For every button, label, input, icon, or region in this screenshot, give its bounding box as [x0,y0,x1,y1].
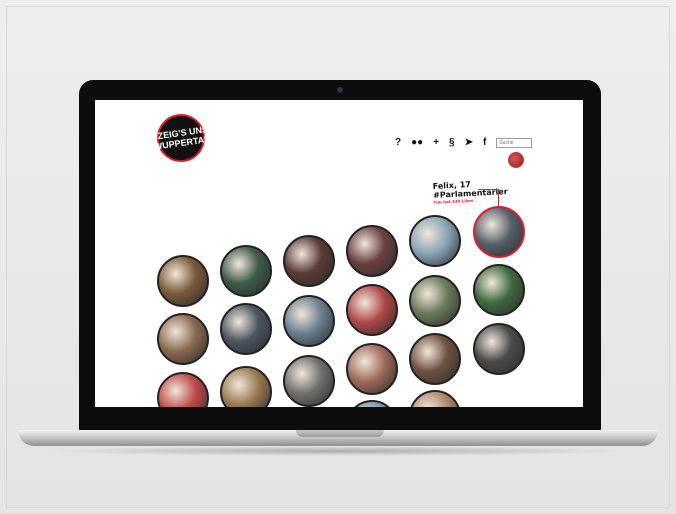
photo-bubble[interactable] [220,245,272,297]
facebook-link[interactable]: f [483,137,486,148]
photo-bubble[interactable] [473,206,525,258]
laptop-notch [296,430,384,437]
site-logo[interactable]: #ZEIG'S UNS WUPPERTAL [152,110,210,166]
photo-bubble[interactable] [346,284,398,336]
photo-bubble[interactable] [346,343,398,395]
photo-bubble[interactable] [409,215,461,267]
photo-bubble[interactable] [409,333,461,385]
laptop-shadow [40,446,636,456]
search-input[interactable] [496,137,533,148]
twitter-icon[interactable]: ➤ [465,137,473,148]
photo-bubble[interactable] [220,366,272,407]
photo-bubble[interactable] [157,372,209,407]
avatar[interactable] [508,152,524,168]
photo-bubble[interactable] [473,323,525,375]
photo-bubble[interactable] [283,235,335,287]
photo-bubble[interactable] [473,264,525,316]
photo-bubble[interactable] [283,295,335,347]
photo-bubble[interactable] [409,390,461,407]
photo-bubble[interactable] [409,275,461,327]
photo-bubble[interactable] [346,400,398,407]
top-nav: ? ●● + § ➤ f [395,137,533,148]
photo-bubble[interactable] [220,303,272,355]
photo-bubble[interactable] [283,355,335,407]
photo-bubble[interactable] [157,313,209,365]
legal-link[interactable]: § [449,137,455,148]
photo-bubble[interactable] [157,255,209,307]
photo-bubble[interactable] [346,225,398,277]
website-screen: #ZEIG'S UNS WUPPERTAL ? ●● + § ➤ f Felix… [95,100,583,407]
add-link[interactable]: + [433,137,439,148]
help-link[interactable]: ? [395,137,401,148]
people-icon[interactable]: ●● [411,137,423,148]
camera-icon [337,87,343,93]
